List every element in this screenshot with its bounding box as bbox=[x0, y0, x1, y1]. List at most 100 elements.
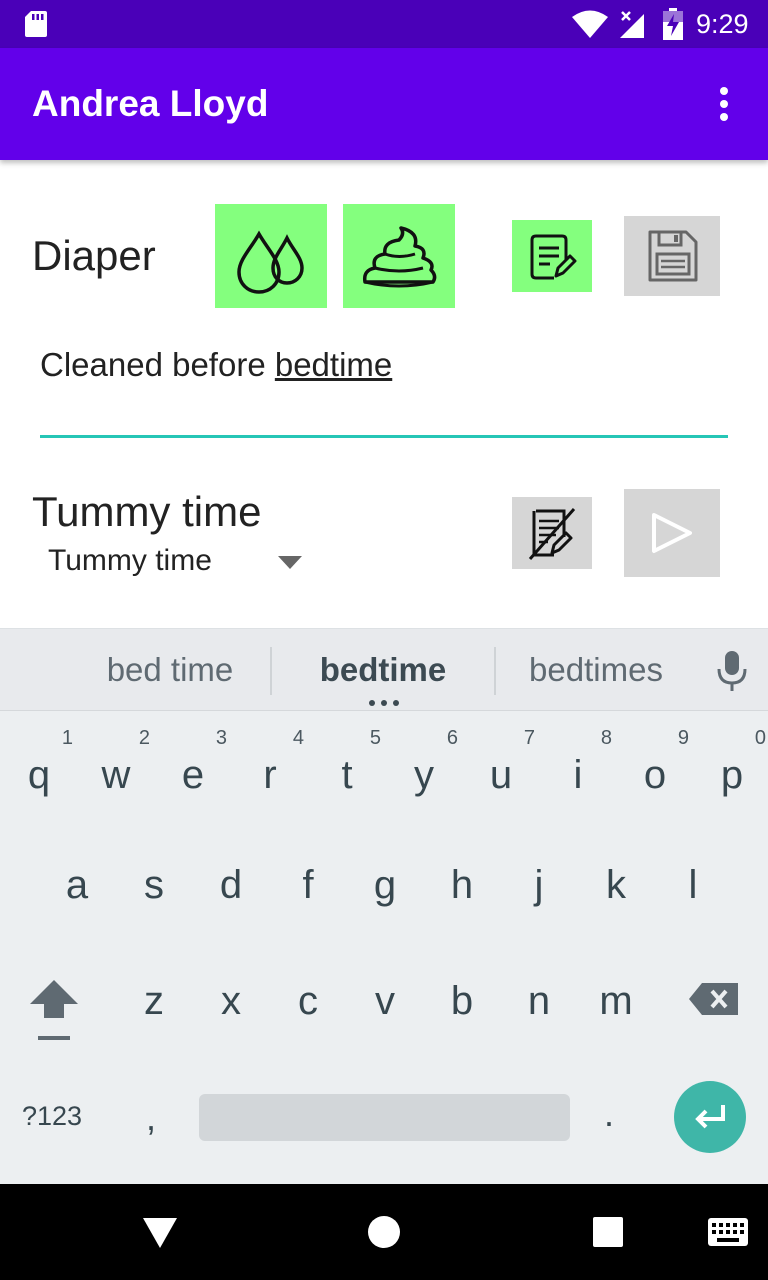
activity-spinner[interactable]: Tummy time bbox=[48, 544, 212, 578]
status-clock: 9:29 bbox=[696, 9, 749, 39]
key-letter: q bbox=[27, 753, 51, 797]
microphone-icon[interactable] bbox=[714, 649, 750, 693]
key-letter: o bbox=[643, 753, 667, 797]
key-letter: m bbox=[599, 979, 633, 1023]
poop-icon bbox=[362, 226, 437, 288]
app-title: Andrea Lloyd bbox=[32, 83, 269, 124]
key-i[interactable]: i8 bbox=[540, 717, 616, 817]
enter-key[interactable] bbox=[674, 1081, 746, 1153]
key-e[interactable]: e3 bbox=[155, 717, 231, 817]
soft-keyboard: bed time bedtime bedtimes q1w2e3r4t5y6u7… bbox=[0, 628, 768, 1184]
diaper-note-input[interactable]: Cleaned before bedtime bbox=[40, 346, 392, 384]
key-p[interactable]: p0 bbox=[694, 717, 768, 817]
key-d[interactable]: d bbox=[193, 833, 269, 933]
key-number-hint: 4 bbox=[292, 727, 304, 749]
key-number-hint: 7 bbox=[523, 727, 535, 749]
key-letter: k bbox=[606, 863, 626, 907]
key-r[interactable]: r4 bbox=[232, 717, 308, 817]
key-letter: x bbox=[221, 979, 241, 1023]
note-text-prefix: Cleaned before bbox=[40, 346, 275, 383]
key-number-hint: 0 bbox=[754, 727, 766, 749]
key-s[interactable]: s bbox=[116, 833, 192, 933]
diaper-label: Diaper bbox=[32, 232, 156, 279]
key-m[interactable]: m bbox=[578, 949, 654, 1049]
key-y[interactable]: y6 bbox=[386, 717, 462, 817]
shift-key-icon[interactable] bbox=[26, 974, 82, 1044]
key-letter: v bbox=[375, 979, 395, 1023]
more-suggestions-icon[interactable] bbox=[367, 699, 401, 707]
key-w[interactable]: w2 bbox=[78, 717, 154, 817]
recent-apps-icon[interactable] bbox=[593, 1217, 623, 1247]
enter-arrow-icon bbox=[695, 1105, 725, 1129]
key-u[interactable]: u7 bbox=[463, 717, 539, 817]
key-q[interactable]: q1 bbox=[1, 717, 77, 817]
key-k[interactable]: k bbox=[578, 833, 654, 933]
key-t[interactable]: t5 bbox=[309, 717, 385, 817]
key-letter: y bbox=[414, 753, 434, 797]
save-button[interactable] bbox=[624, 216, 720, 296]
key-n[interactable]: n bbox=[501, 949, 577, 1049]
keyboard-switcher-icon[interactable] bbox=[708, 1218, 748, 1246]
key-letter: d bbox=[219, 863, 243, 907]
tummy-note-button[interactable] bbox=[512, 497, 592, 569]
battery-charging-icon bbox=[663, 8, 683, 40]
key-letter: c bbox=[298, 979, 318, 1023]
signal-icon bbox=[620, 11, 644, 38]
home-icon[interactable] bbox=[367, 1215, 401, 1249]
key-letter: j bbox=[534, 863, 544, 907]
key-letter: n bbox=[527, 979, 551, 1023]
suggestion-strip: bed time bedtime bedtimes bbox=[0, 629, 768, 711]
key-a[interactable]: a bbox=[39, 833, 115, 933]
key-letter: f bbox=[302, 863, 314, 907]
app-bar: Andrea Lloyd bbox=[0, 48, 768, 160]
back-icon[interactable] bbox=[142, 1216, 178, 1250]
dropdown-arrow-icon[interactable] bbox=[278, 556, 302, 570]
key-letter: a bbox=[65, 863, 89, 907]
key-letter: t bbox=[341, 753, 353, 797]
backspace-key-icon[interactable] bbox=[688, 981, 740, 1017]
period-key[interactable]: . bbox=[604, 1093, 614, 1135]
key-c[interactable]: c bbox=[270, 949, 346, 1049]
key-letter: g bbox=[373, 863, 397, 907]
key-h[interactable]: h bbox=[424, 833, 500, 933]
pee-button[interactable] bbox=[215, 204, 327, 308]
poo-button[interactable] bbox=[343, 204, 455, 308]
key-letter: s bbox=[144, 863, 164, 907]
overflow-menu-icon[interactable] bbox=[708, 84, 740, 124]
key-letter: e bbox=[181, 753, 205, 797]
key-x[interactable]: x bbox=[193, 949, 269, 1049]
note-text-composing: bedtime bbox=[274, 346, 393, 383]
key-number-hint: 1 bbox=[61, 727, 73, 749]
comma-key[interactable]: , bbox=[146, 1097, 156, 1139]
key-letter: w bbox=[101, 753, 131, 797]
key-z[interactable]: z bbox=[116, 949, 192, 1049]
tummy-time-label: Tummy time bbox=[32, 488, 262, 535]
status-bar: 9:29 bbox=[0, 0, 768, 48]
suggestion-item[interactable]: bedtimes bbox=[486, 651, 706, 689]
key-letter: b bbox=[450, 979, 474, 1023]
space-key[interactable] bbox=[199, 1094, 570, 1141]
key-g[interactable]: g bbox=[347, 833, 423, 933]
key-letter: r bbox=[263, 753, 277, 797]
start-timer-button[interactable] bbox=[624, 489, 720, 577]
water-drops-icon bbox=[237, 230, 304, 294]
key-l[interactable]: l bbox=[655, 833, 731, 933]
key-number-hint: 5 bbox=[369, 727, 381, 749]
edit-note-button[interactable] bbox=[512, 220, 592, 292]
key-v[interactable]: v bbox=[347, 949, 423, 1049]
symbols-key[interactable]: ?123 bbox=[22, 1101, 82, 1132]
key-letter: l bbox=[688, 863, 698, 907]
key-j[interactable]: j bbox=[501, 833, 577, 933]
wifi-icon bbox=[572, 10, 608, 38]
key-number-hint: 9 bbox=[677, 727, 689, 749]
key-letter: p bbox=[720, 753, 744, 797]
key-o[interactable]: o9 bbox=[617, 717, 693, 817]
key-b[interactable]: b bbox=[424, 949, 500, 1049]
edit-note-icon bbox=[530, 234, 577, 280]
suggestion-item[interactable]: bed time bbox=[60, 651, 280, 689]
note-disabled-icon bbox=[528, 508, 576, 560]
key-letter: z bbox=[144, 979, 164, 1023]
suggestion-item-primary[interactable]: bedtime bbox=[273, 651, 493, 689]
key-f[interactable]: f bbox=[270, 833, 346, 933]
navigation-bar bbox=[0, 1184, 768, 1280]
